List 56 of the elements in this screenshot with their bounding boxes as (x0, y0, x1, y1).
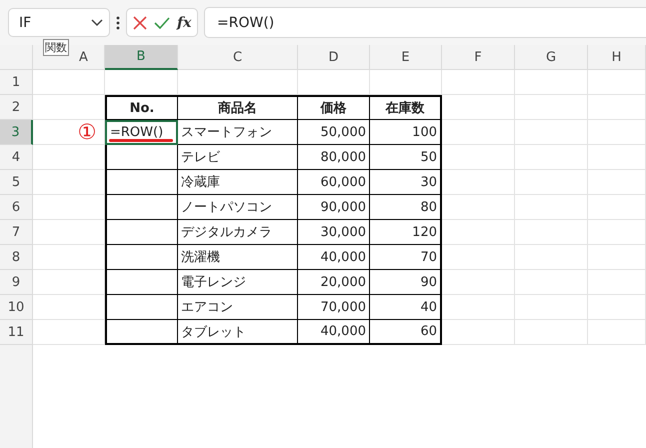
table-cell: テレビ (178, 145, 298, 170)
column-header[interactable]: F (442, 45, 515, 70)
formula-text: =ROW() (217, 14, 274, 30)
table-cell: スマートフォン (178, 120, 298, 145)
column-header[interactable]: B (105, 45, 178, 70)
column-heading: No. (105, 95, 178, 120)
table-cell: エアコン (178, 295, 298, 320)
column-header[interactable]: G (515, 45, 588, 70)
active-cell[interactable]: =ROW() (105, 120, 178, 145)
insert-function-button[interactable]: fx (177, 14, 192, 30)
table-cell: 50 (370, 145, 442, 170)
table-cell: 70,000 (298, 295, 370, 320)
table-cell: デジタルカメラ (178, 220, 298, 245)
column-header[interactable]: H (588, 45, 646, 70)
name-box-value: IF (19, 14, 32, 30)
row-header[interactable]: 7 (0, 220, 33, 245)
column-heading: 在庫数 (370, 95, 442, 120)
table-cell: 50,000 (298, 120, 370, 145)
table-cell: 電子レンジ (178, 270, 298, 295)
row-header[interactable]: 11 (0, 320, 33, 345)
table-cell: タブレット (178, 320, 298, 345)
column-header[interactable]: D (298, 45, 370, 70)
row-header[interactable]: 5 (0, 170, 33, 195)
row-header[interactable]: 1 (0, 70, 33, 95)
table-cell: 70 (370, 245, 442, 270)
table-cell: 60,000 (298, 170, 370, 195)
row-header[interactable]: 8 (0, 245, 33, 270)
name-box[interactable]: IF (8, 8, 110, 37)
table-cell: 30,000 (298, 220, 370, 245)
column-heading: 商品名 (178, 95, 298, 120)
table-cell: 40,000 (298, 320, 370, 345)
table-cell: 20,000 (298, 270, 370, 295)
table-cell: ノートパソコン (178, 195, 298, 220)
table-cell: 90,000 (298, 195, 370, 220)
row-header[interactable]: 9 (0, 270, 33, 295)
column-heading: 価格 (298, 95, 370, 120)
column-header[interactable]: E (370, 45, 442, 70)
formula-field[interactable]: =ROW() (204, 7, 646, 38)
row-header[interactable]: 2 (0, 95, 33, 120)
column-header[interactable]: C (178, 45, 298, 70)
table-cell: 90 (370, 270, 442, 295)
table-cell: 40 (370, 295, 442, 320)
table-cell: 洗濯機 (178, 245, 298, 270)
row-header[interactable]: 4 (0, 145, 33, 170)
tooltip: 関数 (43, 39, 69, 56)
table-cell: 120 (370, 220, 442, 245)
row-header[interactable]: 6 (0, 195, 33, 220)
row-header[interactable]: 3 (0, 120, 33, 145)
table-cell: 80 (370, 195, 442, 220)
table-cell: 100 (370, 120, 442, 145)
row-header[interactable]: 10 (0, 295, 33, 320)
table-cell: 80,000 (298, 145, 370, 170)
table-cell: 冷蔵庫 (178, 170, 298, 195)
table-cell: 30 (370, 170, 442, 195)
table-cell: 60 (370, 320, 442, 345)
table-cell: 40,000 (298, 245, 370, 270)
